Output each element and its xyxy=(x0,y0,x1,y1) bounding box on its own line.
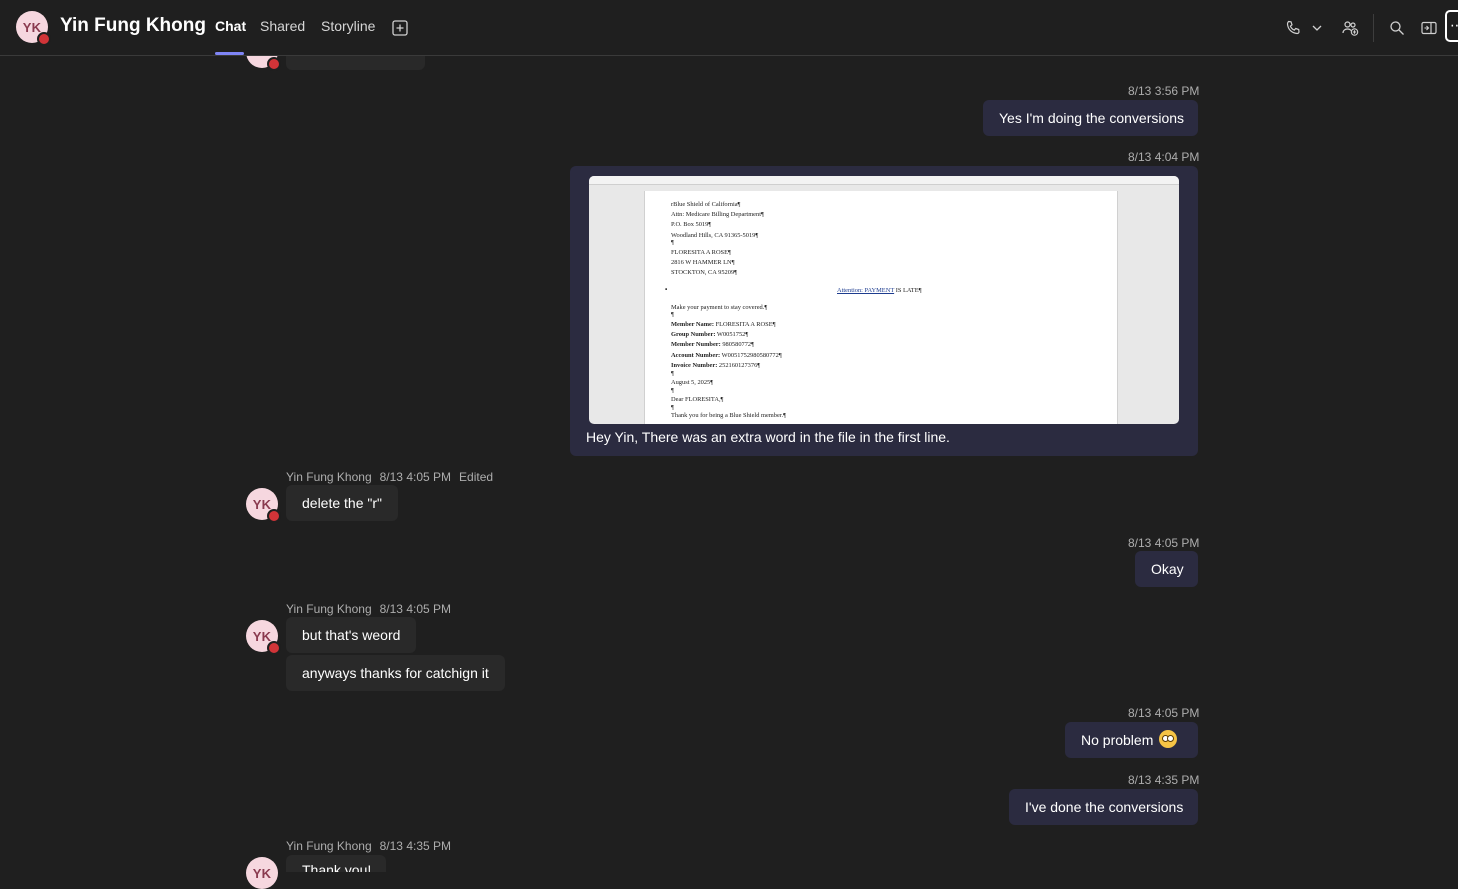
document-page: rBlue Shield of California¶ Attn: Medica… xyxy=(644,191,1118,424)
doc-line: Woodland Hills, CA 91365-5019¶ xyxy=(671,232,759,239)
message-timestamp: 8/13 4:05 PM xyxy=(1128,706,1200,720)
tab-chat[interactable]: Chat xyxy=(215,18,246,34)
doc-line: rBlue Shield of California¶ xyxy=(671,201,741,208)
avatar[interactable]: YK xyxy=(16,11,51,46)
doc-field-value: 980580772¶ xyxy=(720,341,755,348)
message-timestamp: 8/13 4:05 PM xyxy=(379,602,452,616)
message-bubble-incoming[interactable]: anyways thanks for catchign it xyxy=(286,655,505,691)
doc-line: ¶ xyxy=(671,387,674,394)
avatar[interactable]: YK xyxy=(246,857,278,889)
doc-line: August 5, 2025¶ xyxy=(671,379,714,386)
document-ruler xyxy=(589,176,1179,185)
sender-name[interactable]: Yin Fung Khong xyxy=(286,602,372,616)
doc-line: ¶ xyxy=(671,311,674,318)
message-bubble-incoming[interactable]: delete the "r" xyxy=(286,485,398,521)
chat-title[interactable]: Yin Fung Khong xyxy=(60,15,206,37)
message-timestamp: 8/13 4:35 PM xyxy=(1128,773,1200,787)
tab-shared[interactable]: Shared xyxy=(260,18,305,34)
status-busy-indicator xyxy=(267,509,281,523)
avatar[interactable]: YK xyxy=(246,620,281,655)
avatar-initials: YK xyxy=(252,496,272,512)
message-bubble-outgoing[interactable]: No problem xyxy=(1065,722,1198,758)
flushed-face-emoji-icon xyxy=(1159,730,1178,749)
open-panel-icon[interactable] xyxy=(1417,16,1441,40)
bullet-mark: ▪ xyxy=(665,286,668,293)
message-text: No problem xyxy=(1081,732,1154,748)
avatar[interactable]: YK xyxy=(246,488,281,523)
toolbar-divider xyxy=(1373,14,1374,42)
status-busy-indicator xyxy=(267,57,281,71)
doc-attention-rest: IS LATE¶ xyxy=(894,287,922,294)
message-timestamp: 8/13 4:04 PM xyxy=(1128,150,1200,164)
status-busy-indicator xyxy=(37,32,51,46)
message-bubble-image[interactable]: rBlue Shield of California¶ Attn: Medica… xyxy=(570,166,1198,456)
message-sender-line: Yin Fung Khong 8/13 4:35 PM xyxy=(286,839,459,853)
message-bubble-outgoing[interactable]: Yes I'm doing the conversions xyxy=(983,100,1198,136)
doc-field-label: Member Number: xyxy=(671,341,721,348)
message-timestamp: 8/13 3:56 PM xyxy=(1128,84,1200,98)
message-bubble-incoming[interactable]: Thank you! xyxy=(286,855,386,872)
doc-line: 2816 W HAMMER LN¶ xyxy=(671,259,735,266)
doc-field-label: Member Name: xyxy=(671,321,714,328)
more-options-button[interactable]: ⋯ xyxy=(1445,10,1458,42)
message-timestamp: 8/13 4:05 PM xyxy=(379,470,452,484)
doc-line: ¶ xyxy=(671,239,674,246)
active-tab-indicator xyxy=(215,52,244,55)
doc-line: Attn: Medicare Billing Department¶ xyxy=(671,211,764,218)
doc-field-label: Account Number: xyxy=(671,352,721,359)
add-tab-icon[interactable] xyxy=(388,16,412,40)
avatar-initials: YK xyxy=(22,19,42,35)
doc-field-value: 252160127376¶ xyxy=(717,362,761,369)
avatar-initials: YK xyxy=(252,865,272,881)
doc-line: Make your payment to stay covered.¶ xyxy=(671,304,768,311)
doc-attention-line: Attention: PAYMENT IS LATE¶ xyxy=(837,287,922,294)
doc-line: FLORESITA A ROSE¶ xyxy=(671,249,731,256)
message-caption: Hey Yin, There was an extra word in the … xyxy=(586,429,950,445)
edited-label: Edited xyxy=(459,470,494,484)
search-icon[interactable] xyxy=(1385,16,1409,40)
message-bubble-outgoing[interactable]: I've done the conversions xyxy=(1009,789,1198,825)
doc-line: ¶ xyxy=(671,404,674,411)
doc-attention-underlined: Attention: PAYMENT xyxy=(837,287,895,294)
doc-field-label: Group Number: xyxy=(671,331,716,338)
chevron-down-icon[interactable] xyxy=(1305,16,1329,40)
doc-field-value: W0051752980580772¶ xyxy=(720,352,782,359)
sender-name[interactable]: Yin Fung Khong xyxy=(286,839,372,853)
avatar-initials: YK xyxy=(252,628,272,644)
message-bubble-outgoing[interactable]: Okay xyxy=(1135,551,1198,587)
doc-line: P.O. Box 5019¶ xyxy=(671,221,712,228)
doc-field-value: W0051752¶ xyxy=(715,331,749,338)
chat-header: YK Yin Fung Khong Chat Shared Storyline … xyxy=(0,0,1458,56)
doc-field-value: FLORESITA A ROSE¶ xyxy=(714,321,776,328)
doc-line: ¶ xyxy=(671,370,674,377)
call-icon[interactable] xyxy=(1281,16,1305,40)
doc-field-label: Invoice Number: xyxy=(671,362,718,369)
tab-storyline[interactable]: Storyline xyxy=(321,18,375,34)
status-busy-indicator xyxy=(267,641,281,655)
people-add-icon[interactable] xyxy=(1338,16,1362,40)
message-timestamp: 8/13 4:35 PM xyxy=(379,839,452,853)
doc-line: STOCKTON, CA 95209¶ xyxy=(671,269,738,276)
message-bubble-incoming[interactable]: but that's weord xyxy=(286,617,417,653)
message-sender-line: Yin Fung Khong 8/13 4:05 PM Edited xyxy=(286,470,501,484)
doc-line: Dear FLORESITA,¶ xyxy=(671,396,724,403)
doc-line: Thank you for being a Blue Shield member… xyxy=(671,412,787,419)
document-screenshot-image[interactable]: rBlue Shield of California¶ Attn: Medica… xyxy=(589,176,1179,424)
message-sender-line: Yin Fung Khong 8/13 4:05 PM xyxy=(286,602,459,616)
sender-name[interactable]: Yin Fung Khong xyxy=(286,470,372,484)
message-timestamp: 8/13 4:05 PM xyxy=(1128,536,1200,550)
